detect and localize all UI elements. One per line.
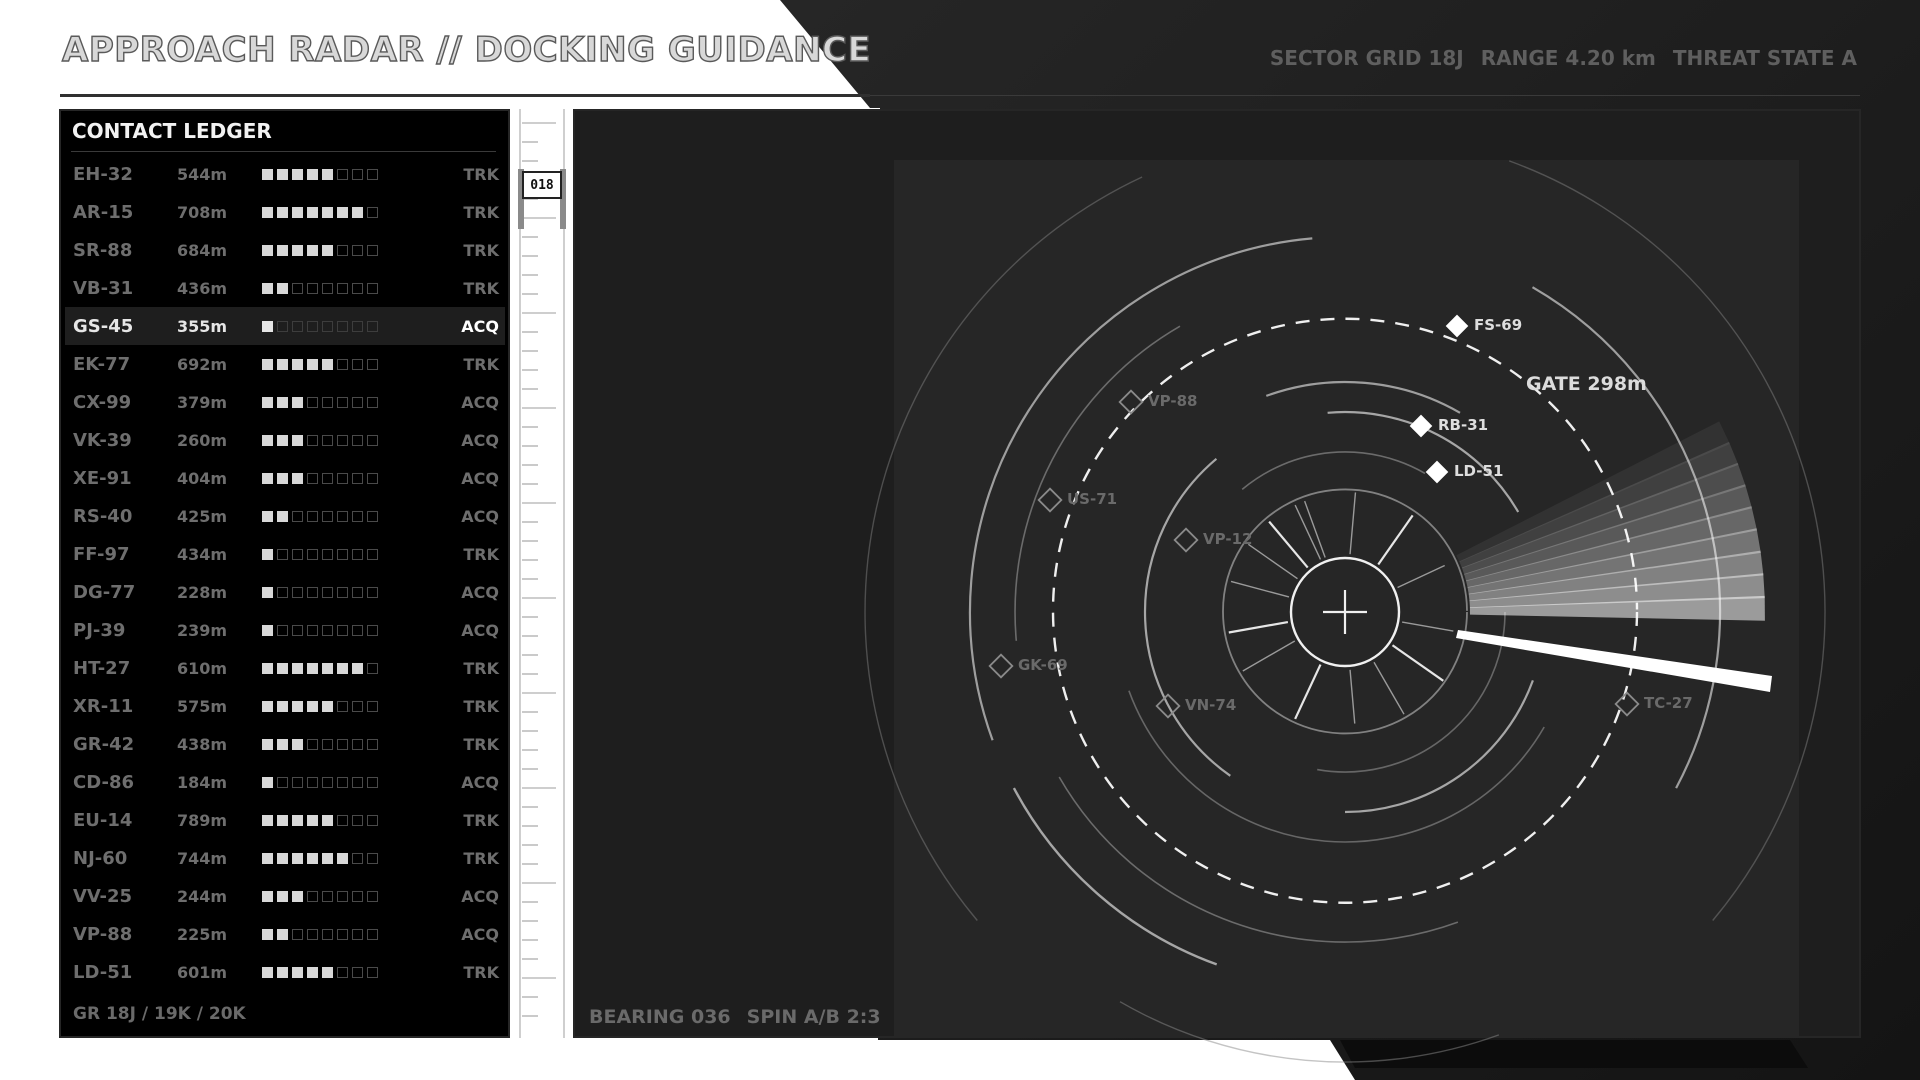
- radar-spoke: [1373, 661, 1405, 715]
- docking-radar-screen: APPROACH RADAR // DOCKING GUIDANCE SECTO…: [0, 0, 1920, 1080]
- radar-spoke: [1349, 492, 1357, 555]
- gate-label: GATE 298m: [1526, 373, 1647, 395]
- range-arc: [1012, 787, 1218, 966]
- contact-label: TC-27: [1644, 694, 1693, 712]
- spin-readout: SPIN A/B 2:3: [746, 1006, 881, 1028]
- range-arc: [864, 176, 1143, 921]
- range-arc: [1241, 451, 1426, 491]
- contact-marker-rb-31[interactable]: [1409, 414, 1433, 438]
- sweep-beam: [1456, 630, 1772, 692]
- contact-label: RB-31: [1438, 416, 1489, 434]
- contact-marker-vp-88[interactable]: [1118, 389, 1144, 415]
- radar-spoke: [1230, 580, 1290, 598]
- radar-footer: BEARING 036 SPIN A/B 2:3: [589, 1006, 881, 1028]
- bearing-readout: BEARING 036: [589, 1006, 731, 1028]
- radar-scope[interactable]: [0, 0, 1920, 1080]
- contact-marker-ld-51[interactable]: [1425, 460, 1449, 484]
- range-arc: [1119, 1001, 1500, 1063]
- contact-marker-gk-69[interactable]: [988, 653, 1014, 679]
- contact-label: LD-51: [1454, 462, 1504, 480]
- radar-spoke: [1349, 669, 1356, 724]
- radar-spoke: [1377, 514, 1414, 566]
- radar-spoke: [1401, 621, 1454, 632]
- contact-label: VP-88: [1148, 392, 1198, 410]
- radar-spoke: [1397, 564, 1445, 589]
- contact-label: US-71: [1067, 490, 1118, 508]
- contact-marker-us-71[interactable]: [1037, 487, 1063, 513]
- contact-label: GK-69: [1018, 656, 1068, 674]
- radar-spoke: [1294, 664, 1322, 720]
- radar-spoke: [1242, 640, 1296, 672]
- range-arc: [1344, 680, 1534, 814]
- radar-spoke: [1268, 520, 1309, 569]
- radar-spoke: [1391, 644, 1444, 682]
- range-arc: [1058, 776, 1459, 943]
- radar-sweep: [1456, 421, 1765, 621]
- contact-marker-fs-69[interactable]: [1445, 314, 1469, 338]
- contact-label: FS-69: [1474, 316, 1523, 334]
- contact-label: VP-12: [1203, 530, 1253, 548]
- range-arc: [1143, 457, 1231, 777]
- radar-spoke: [1247, 543, 1298, 580]
- contact-label: VN-74: [1185, 696, 1237, 714]
- range-arc: [1014, 325, 1181, 641]
- radar-spoke: [1228, 620, 1289, 634]
- contact-marker-vp-12[interactable]: [1173, 527, 1199, 553]
- range-arc: [1265, 380, 1461, 414]
